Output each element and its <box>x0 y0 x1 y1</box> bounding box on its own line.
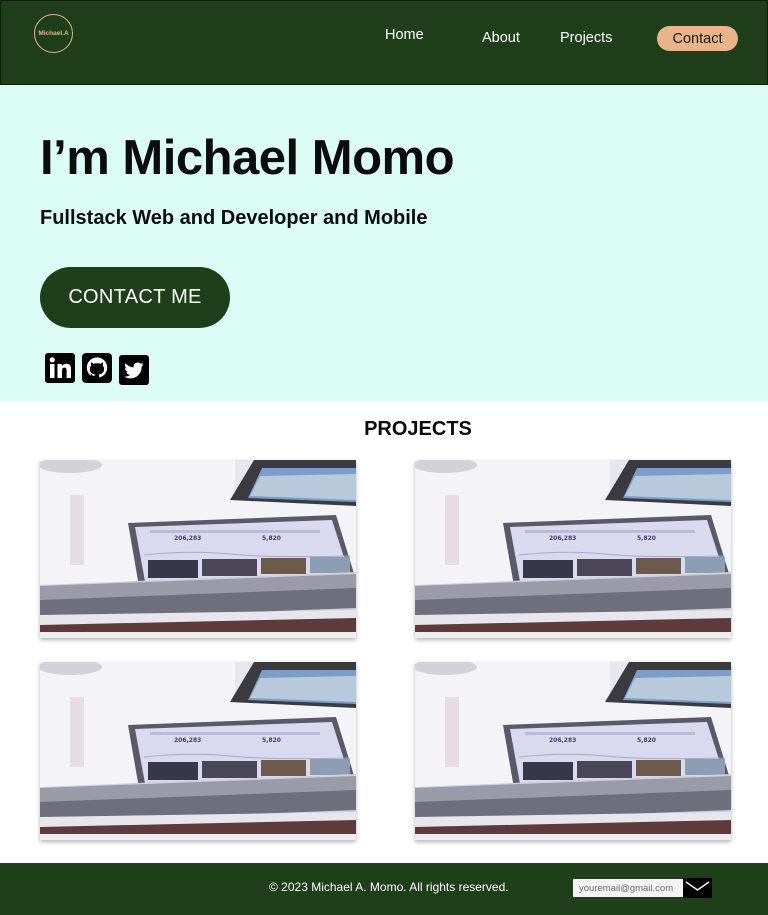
linkedin-icon[interactable] <box>45 353 75 383</box>
project-image: 206,283 5,820 <box>40 662 356 840</box>
hero-section: I’m Michael Momo Fullstack Web and Devel… <box>0 85 768 401</box>
project-card[interactable]: 206,283 5,820 <box>415 460 731 638</box>
nav-contact-button[interactable]: Contact <box>657 26 738 51</box>
copyright-text: © 2023 Michael A. Momo. All rights reser… <box>269 880 509 894</box>
nav-home-link[interactable]: Home <box>385 27 424 43</box>
nav-about-link[interactable]: About <box>482 30 520 46</box>
screen-value-2: 5,820 <box>637 535 656 542</box>
project-card[interactable]: 206,283 5,820 <box>415 662 731 840</box>
screen-value-1: 206,283 <box>174 535 201 542</box>
projects-heading: PROJECTS <box>364 418 472 440</box>
screen-value-1: 206,283 <box>174 737 201 744</box>
project-card[interactable]: 206,283 5,820 <box>40 460 356 638</box>
hero-title: I’m Michael Momo <box>40 131 455 185</box>
project-image: 206,283 5,820 <box>40 460 356 638</box>
envelope-icon[interactable] <box>683 878 712 898</box>
logo-text: Michael.A <box>38 30 69 37</box>
project-card[interactable]: 206,283 5,820 <box>40 662 356 840</box>
logo[interactable]: Michael.A <box>34 14 73 53</box>
project-image: 206,283 5,820 <box>415 662 731 840</box>
hero-subtitle: Fullstack Web and Developer and Mobile <box>40 207 428 229</box>
twitter-icon[interactable] <box>119 355 149 385</box>
screen-value-1: 206,283 <box>549 737 576 744</box>
nav-projects-link[interactable]: Projects <box>560 30 612 46</box>
email-field[interactable] <box>573 879 683 897</box>
screen-value-1: 206,283 <box>549 535 576 542</box>
screen-value-2: 5,820 <box>637 737 656 744</box>
social-links <box>45 353 149 385</box>
contact-me-button[interactable]: CONTACT ME <box>40 267 230 328</box>
screen-value-2: 5,820 <box>262 535 281 542</box>
github-icon[interactable] <box>82 353 112 383</box>
navbar: Michael.A Home About Projects Contact <box>0 0 768 85</box>
project-image: 206,283 5,820 <box>415 460 731 638</box>
footer: © 2023 Michael A. Momo. All rights reser… <box>0 863 768 915</box>
screen-value-2: 5,820 <box>262 737 281 744</box>
